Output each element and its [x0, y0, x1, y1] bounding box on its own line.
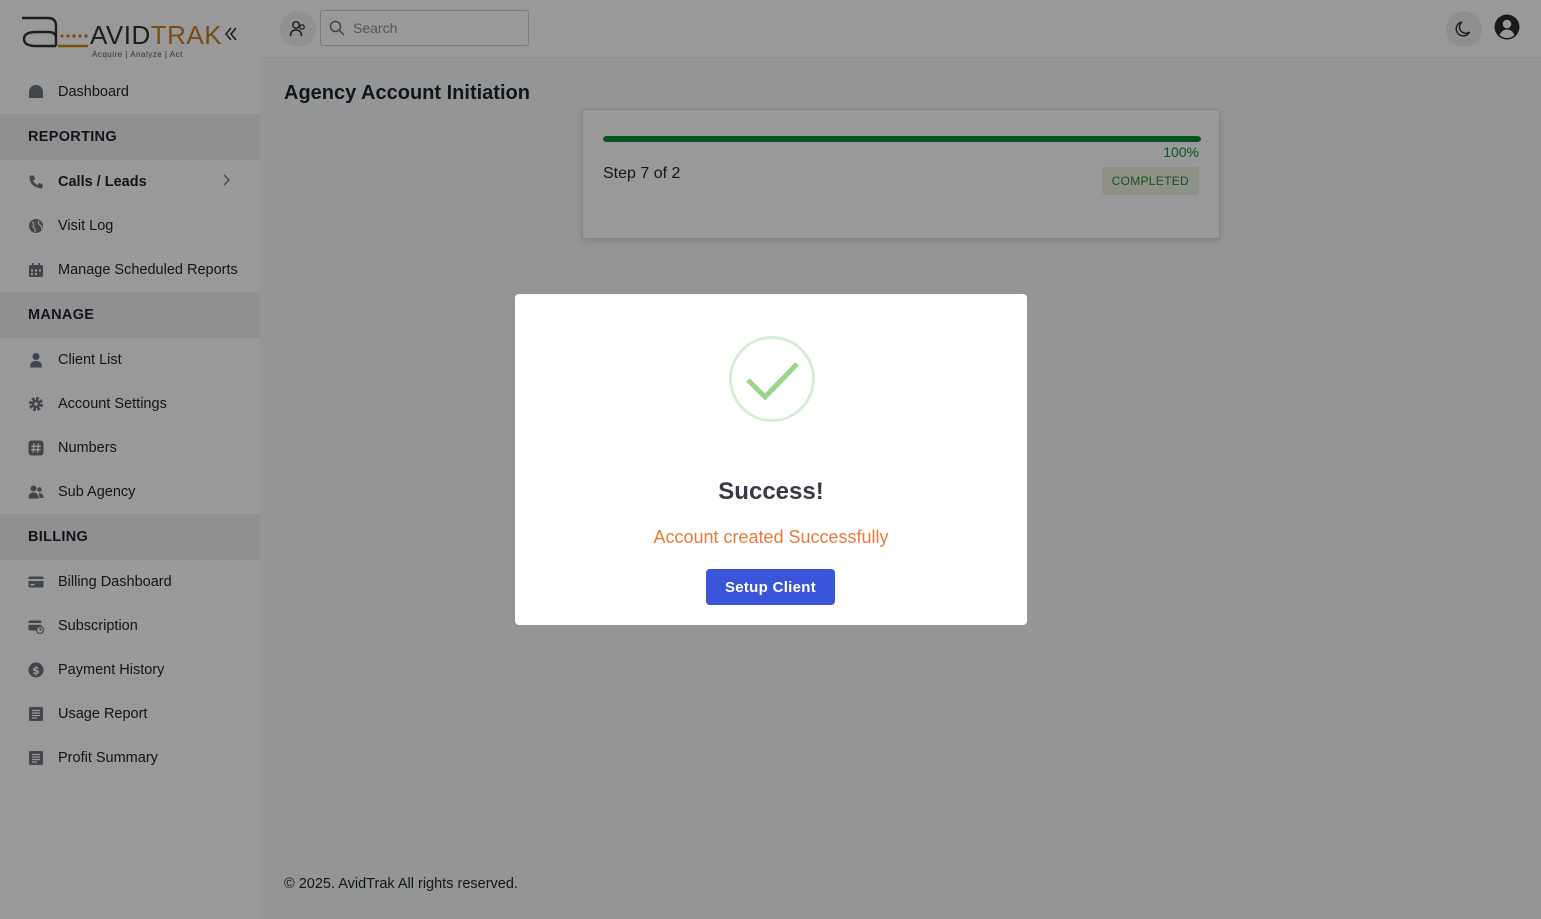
setup-client-button[interactable]: Setup Client	[706, 569, 835, 605]
success-check-icon	[729, 336, 815, 422]
modal-message: Account created Successfully	[653, 527, 889, 547]
success-modal: Success! Account created Successfully Se…	[515, 294, 1027, 625]
modal-title: Success!	[718, 478, 824, 505]
